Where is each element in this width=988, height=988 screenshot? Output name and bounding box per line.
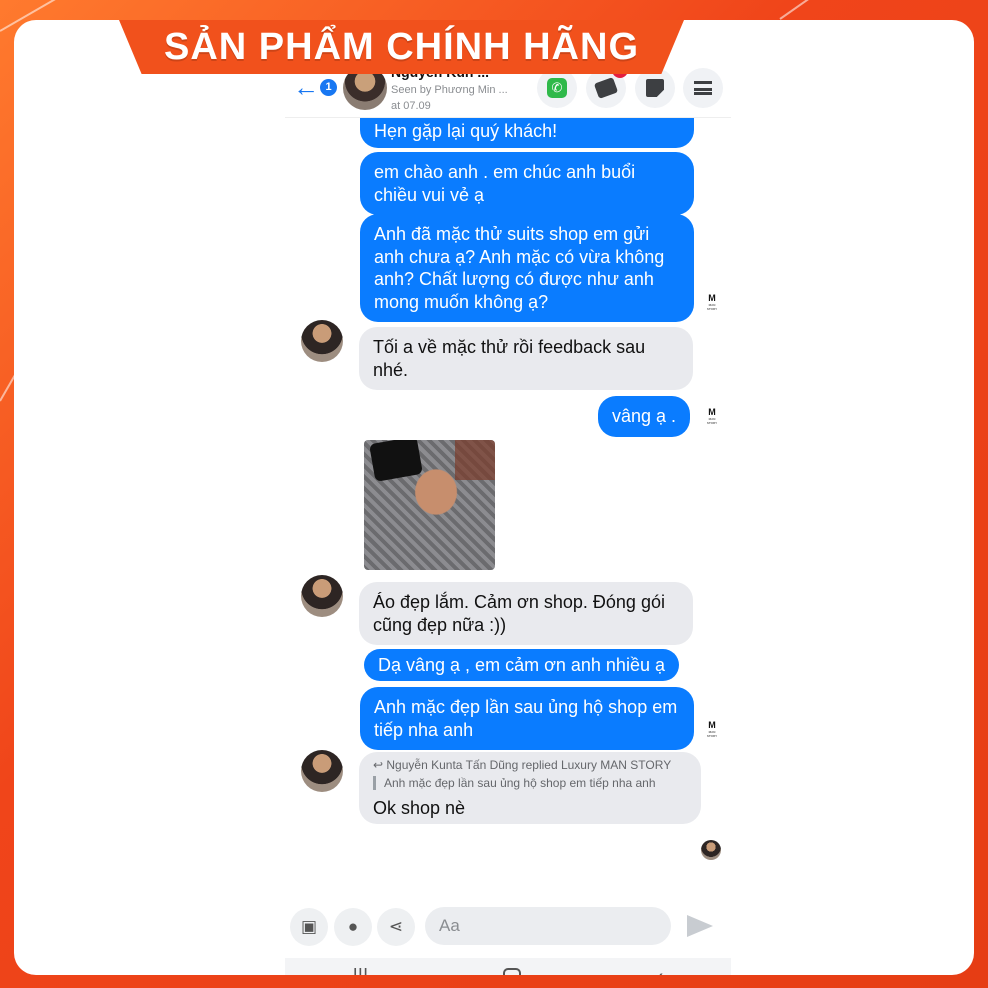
reply-header: ↩ Nguyễn Kunta Tấn Dũng replied Luxury M…	[373, 758, 672, 772]
composer: ▣ ● ⋖ Aa	[285, 900, 731, 956]
message-outgoing[interactable]: vâng ạ .	[598, 396, 691, 437]
chat-bubbles-icon: ●	[347, 917, 359, 936]
note-icon	[646, 79, 664, 97]
avatar[interactable]	[301, 750, 343, 792]
share-icon: ⋖	[388, 917, 404, 936]
banner-title: SẢN PHẨM CHÍNH HÃNG	[164, 25, 639, 68]
seen-time: at 07.09	[391, 100, 431, 112]
message-outgoing[interactable]: Hẹn gặp lại quý khách!	[360, 118, 694, 148]
avatar[interactable]	[301, 575, 343, 617]
back-chevron-icon[interactable]: ‹	[657, 966, 664, 976]
reply-quote: Anh mặc đẹp lần sau ủng hộ shop em tiếp …	[373, 776, 656, 790]
menu-icon	[694, 81, 712, 95]
tag-icon	[593, 77, 619, 99]
back-arrow-icon[interactable]: ←	[293, 74, 319, 100]
shared-photo[interactable]	[364, 440, 495, 570]
chat-button[interactable]: ●	[334, 908, 372, 946]
menu-button[interactable]	[683, 68, 723, 108]
reply-text: Ok shop nè	[373, 798, 466, 818]
messenger-screen: ← 1 Nguyễn Kun ... Seen by Phương Min ..…	[285, 44, 731, 975]
content-card: SẢN PHẨM CHÍNH HÃNG ← 1 Nguyễn Kun ... S…	[14, 20, 974, 975]
message-outgoing[interactable]: Anh đã mặc thử suits shop em gửi anh chư…	[360, 214, 694, 322]
recents-icon[interactable]: |||	[353, 966, 369, 976]
brand-logo: M MAN STORY	[706, 293, 718, 312]
seen-status: Seen by Phương Min ...	[391, 84, 508, 96]
phone-icon: ✆	[547, 78, 567, 98]
brand-logo: M MAN STORY	[706, 407, 718, 426]
image-button[interactable]: ▣	[290, 908, 328, 946]
notes-button[interactable]	[635, 68, 675, 108]
brand-logo: M MAN STORY	[706, 720, 718, 739]
call-button[interactable]: ✆	[537, 68, 577, 108]
unread-badge: 1	[320, 79, 337, 96]
avatar[interactable]	[301, 320, 343, 362]
authentic-banner: SẢN PHẨM CHÍNH HÃNG	[119, 20, 684, 74]
seen-avatar	[701, 840, 721, 860]
message-incoming[interactable]: Áo đẹp lắm. Cảm ơn shop. Đóng gói cũng đ…	[359, 582, 693, 645]
send-icon[interactable]	[685, 912, 713, 940]
message-input[interactable]: Aa	[425, 907, 671, 945]
tags-button[interactable]: 8	[586, 62, 628, 108]
image-icon: ▣	[300, 917, 318, 936]
system-nav-bar: ||| ‹	[285, 958, 731, 975]
message-outgoing[interactable]: em chào anh . em chúc anh buổi chiều vui…	[360, 152, 694, 215]
message-incoming[interactable]: Tối a về mặc thử rồi feedback sau nhé.	[359, 327, 693, 390]
share-button[interactable]: ⋖	[377, 908, 415, 946]
reply-message[interactable]: ↩ Nguyễn Kunta Tấn Dũng replied Luxury M…	[359, 752, 701, 824]
message-outgoing[interactable]: Dạ vâng ạ , em cảm ơn anh nhiều ạ	[364, 649, 679, 681]
home-icon[interactable]	[503, 968, 522, 975]
message-outgoing[interactable]: Anh mặc đẹp lần sau ủng hộ shop em tiếp …	[360, 687, 694, 750]
